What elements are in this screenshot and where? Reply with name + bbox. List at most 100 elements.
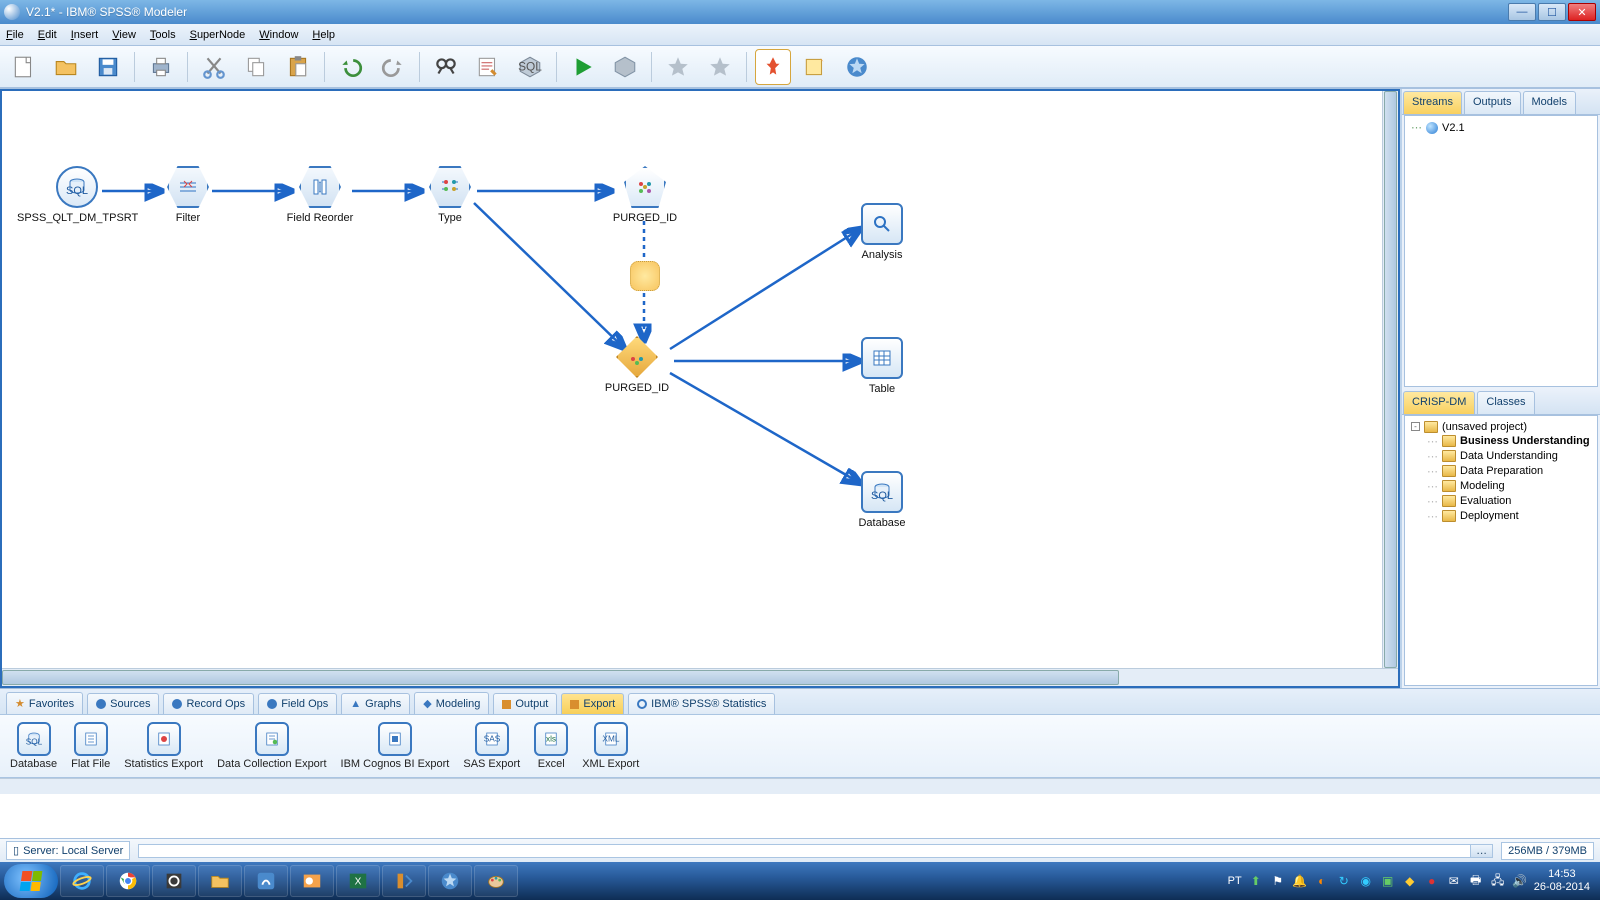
paste-button[interactable] — [280, 49, 316, 85]
menu-view[interactable]: View — [112, 29, 136, 41]
tray-icon[interactable]: ◆ — [1402, 873, 1418, 889]
tab-streams[interactable]: Streams — [1403, 91, 1462, 114]
ptab-statistics[interactable]: IBM® SPSS® Statistics — [628, 693, 775, 714]
tray-icon[interactable]: ◐ — [1314, 873, 1330, 889]
undo-button[interactable] — [333, 49, 369, 85]
tray-volume-icon[interactable]: 🔊 — [1512, 873, 1528, 889]
tray-lang[interactable]: PT — [1228, 875, 1242, 887]
crispdm-phase[interactable]: ⋯Data Understanding — [1427, 449, 1593, 464]
node-analysis[interactable]: Analysis — [822, 203, 942, 261]
star1-button[interactable] — [660, 49, 696, 85]
node-filter[interactable]: Filter — [128, 166, 248, 224]
node-purged-model-top[interactable]: PURGED_ID — [585, 166, 705, 224]
taskbar-app3[interactable] — [382, 865, 426, 897]
crispdm-phase[interactable]: ⋯Evaluation — [1427, 494, 1593, 509]
palette-node[interactable]: xlsExcel — [534, 722, 568, 770]
close-button[interactable]: ✕ — [1568, 3, 1596, 21]
canvas-surface[interactable]: SQL SPSS_QLT_DM_TPSRT Filter Field Reord… — [2, 91, 1398, 686]
menu-file[interactable]: File — [6, 29, 24, 41]
taskbar-app2[interactable] — [244, 865, 288, 897]
tab-crispdm[interactable]: CRISP-DM — [1403, 391, 1475, 414]
node-source-sql[interactable]: SQL SPSS_QLT_DM_TPSRT — [17, 166, 137, 224]
ptab-graphs[interactable]: ▲Graphs — [341, 693, 410, 714]
edit-properties-button[interactable] — [470, 49, 506, 85]
ptab-output[interactable]: Output — [493, 693, 557, 714]
streams-list[interactable]: ⋯ V2.1 — [1404, 115, 1598, 387]
crispdm-phase[interactable]: ⋯Data Preparation — [1427, 464, 1593, 479]
sql-button[interactable]: SQL — [512, 49, 548, 85]
star2-button[interactable] — [702, 49, 738, 85]
node-field-reorder[interactable]: Field Reorder — [260, 166, 380, 224]
taskbar-outlook[interactable] — [290, 865, 334, 897]
tray-icon[interactable]: ▣ — [1380, 873, 1396, 889]
taskbar-excel[interactable]: X — [336, 865, 380, 897]
palette-node[interactable]: SQLDatabase — [10, 722, 57, 770]
ptab-recordops[interactable]: Record Ops — [163, 693, 254, 714]
menu-supernode[interactable]: SuperNode — [190, 29, 246, 41]
deploy-button[interactable] — [839, 49, 875, 85]
tab-outputs[interactable]: Outputs — [1464, 91, 1521, 114]
menu-tools[interactable]: Tools — [150, 29, 176, 41]
tray-icon[interactable]: ✉ — [1446, 873, 1462, 889]
open-button[interactable] — [48, 49, 84, 85]
new-stream-button[interactable] — [6, 49, 42, 85]
maximize-button[interactable]: ☐ — [1538, 3, 1566, 21]
taskbar-modeler[interactable] — [428, 865, 472, 897]
palette-body[interactable]: SQLDatabase Flat File Statistics Export Dat… — [0, 714, 1600, 778]
tray-icon[interactable]: ● — [1424, 873, 1440, 889]
palette-node[interactable]: Flat File — [71, 722, 110, 770]
palette-node[interactable]: IBM Cognos BI Export — [341, 722, 450, 770]
stream-item[interactable]: ⋯ V2.1 — [1409, 120, 1593, 135]
node-type[interactable]: Type — [390, 166, 510, 224]
ptab-modeling[interactable]: ◆Modeling — [414, 692, 489, 714]
taskbar-ie[interactable] — [60, 865, 104, 897]
node-database-export[interactable]: SQL Database — [822, 471, 942, 529]
save-button[interactable] — [90, 49, 126, 85]
tray-icon[interactable]: ◉ — [1358, 873, 1374, 889]
ptab-fieldops[interactable]: Field Ops — [258, 693, 337, 714]
new-annotation-button[interactable] — [797, 49, 833, 85]
tray-icon[interactable]: 🖶 — [1468, 873, 1484, 889]
ptab-sources[interactable]: Sources — [87, 693, 159, 714]
palette-scrollbar[interactable] — [0, 778, 1600, 794]
node-table[interactable]: Table — [822, 337, 942, 395]
node-purged-nugget[interactable]: PURGED_ID — [577, 336, 697, 394]
redo-button[interactable] — [375, 49, 411, 85]
node-nugget-small[interactable] — [585, 261, 705, 295]
taskbar-explorer[interactable] — [198, 865, 242, 897]
progress-menu-button[interactable]: … — [1470, 845, 1492, 857]
run-button[interactable] — [565, 49, 601, 85]
palette-node[interactable]: <XML>XML Export — [582, 722, 639, 770]
canvas-horizontal-scrollbar[interactable] — [2, 668, 1398, 686]
palette-node[interactable]: SASSAS Export — [463, 722, 520, 770]
cut-button[interactable] — [196, 49, 232, 85]
taskbar-chrome[interactable] — [106, 865, 150, 897]
collapse-icon[interactable]: - — [1411, 422, 1420, 431]
menu-help[interactable]: Help — [312, 29, 335, 41]
pin-button[interactable] — [755, 49, 791, 85]
menu-edit[interactable]: Edit — [38, 29, 57, 41]
tray-icon[interactable]: ⬆ — [1248, 873, 1264, 889]
taskbar-paint[interactable] — [474, 865, 518, 897]
crispdm-tree[interactable]: - (unsaved project) ⋯Business Understand… — [1404, 415, 1598, 687]
tab-classes[interactable]: Classes — [1477, 391, 1534, 414]
ptab-export[interactable]: Export — [561, 693, 624, 714]
crispdm-phase[interactable]: ⋯Modeling — [1427, 479, 1593, 494]
menu-insert[interactable]: Insert — [71, 29, 99, 41]
print-button[interactable] — [143, 49, 179, 85]
copy-button[interactable] — [238, 49, 274, 85]
taskbar-app1[interactable] — [152, 865, 196, 897]
tray-icon[interactable]: ↻ — [1336, 873, 1352, 889]
tray-icon[interactable]: ⚑ — [1270, 873, 1286, 889]
palette-node[interactable]: Statistics Export — [124, 722, 203, 770]
menu-window[interactable]: Window — [259, 29, 298, 41]
project-root[interactable]: - (unsaved project) — [1409, 420, 1593, 434]
tab-models[interactable]: Models — [1523, 91, 1576, 114]
palette-node[interactable]: Data Collection Export — [217, 722, 326, 770]
stream-canvas[interactable]: SQL SPSS_QLT_DM_TPSRT Filter Field Reord… — [0, 89, 1400, 688]
run-selection-button[interactable] — [607, 49, 643, 85]
start-button[interactable] — [4, 864, 58, 898]
server-indicator[interactable]: ▯ Server: Local Server — [6, 841, 130, 860]
tray-clock[interactable]: 14:5326-08-2014 — [1534, 868, 1590, 894]
minimize-button[interactable]: — — [1508, 3, 1536, 21]
